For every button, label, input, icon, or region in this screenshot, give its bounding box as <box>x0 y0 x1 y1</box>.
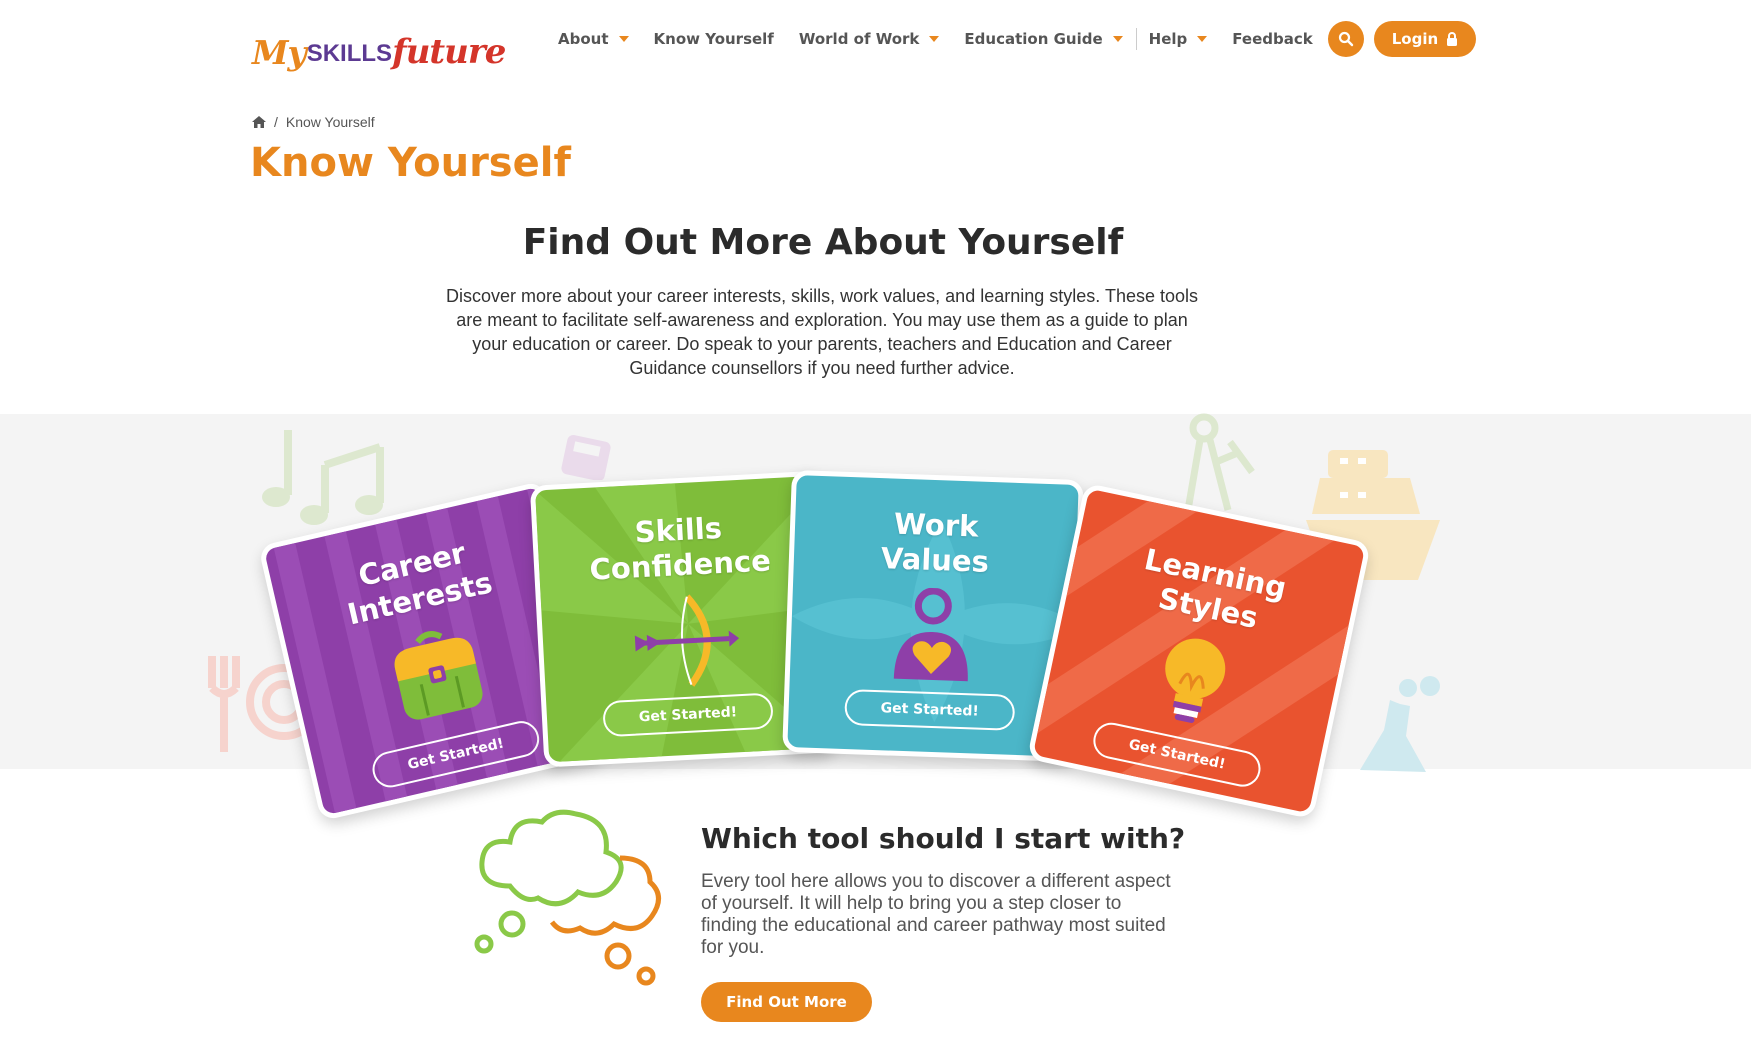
nav-item-label: Feedback <box>1232 30 1313 48</box>
card-title: Work Values <box>793 503 1077 583</box>
chevron-down-icon <box>929 36 940 42</box>
chevron-down-icon <box>1112 36 1123 42</box>
site-header: My SKILLS future About Know Yourself Wor… <box>0 0 1751 80</box>
thought-bubble-icon <box>474 809 661 986</box>
flask-icon <box>1360 676 1440 772</box>
person-heart-icon <box>893 587 968 682</box>
nav-item-label: Help <box>1148 30 1188 48</box>
nav-item-know-yourself[interactable]: Know Yourself <box>654 30 774 48</box>
card-title: Skills Confidence <box>537 506 822 591</box>
login-label: Login <box>1391 30 1439 48</box>
nav-item-label: World of Work <box>798 30 920 48</box>
logo-skills: SKILLS <box>306 40 393 67</box>
home-icon[interactable] <box>252 116 266 128</box>
which-tool-text: Every tool here allows you to discover a… <box>701 871 1171 958</box>
breadcrumb-current: Know Yourself <box>285 114 375 130</box>
nav-item-label: About <box>558 30 609 48</box>
lightbulb-icon <box>1165 638 1226 723</box>
bow-arrow-icon <box>634 594 740 687</box>
nav-item-label: Know Yourself <box>653 30 774 48</box>
find-out-more-button[interactable]: Find Out More <box>701 982 872 1022</box>
intro-title: Find Out More About Yourself <box>522 222 1124 263</box>
breadcrumb: / Know Yourself <box>252 114 375 130</box>
card-learning-styles[interactable]: Learning Styles Get Started! <box>1026 482 1372 820</box>
nav-divider <box>1135 28 1137 50</box>
logo-future: future <box>392 32 506 72</box>
card-art <box>790 583 1075 689</box>
logo-my: My <box>252 33 307 72</box>
calculator-icon <box>561 434 611 480</box>
nav-item-help[interactable]: Help <box>1149 30 1208 48</box>
nav-item-world-of-work[interactable]: World of Work <box>799 30 940 48</box>
page-title: Know Yourself <box>250 140 571 186</box>
nav-item-feedback[interactable]: Feedback <box>1232 30 1312 48</box>
intro-text: Discover more about your career interest… <box>446 286 1198 378</box>
get-started-button[interactable]: Get Started! <box>844 688 1016 731</box>
chevron-down-icon <box>1197 36 1208 42</box>
which-tool-title: Which tool should I start with? <box>701 822 1186 855</box>
chevron-down-icon <box>618 36 629 42</box>
lock-icon <box>1447 32 1458 46</box>
login-button[interactable]: Login <box>1373 21 1477 57</box>
main-nav: About Know Yourself World of Work Educat… <box>558 21 1477 57</box>
music-notes-icon <box>262 430 384 525</box>
nav-item-label: Education Guide <box>964 30 1103 48</box>
myskillsfuture-logo[interactable]: My SKILLS future <box>252 12 506 72</box>
search-icon <box>1338 31 1353 47</box>
nav-item-education-guide[interactable]: Education Guide <box>964 30 1123 48</box>
compass-tool-icon <box>1184 413 1255 511</box>
breadcrumb-separator: / <box>274 114 278 130</box>
nav-item-about[interactable]: About <box>558 30 629 48</box>
search-button[interactable] <box>1327 21 1364 57</box>
